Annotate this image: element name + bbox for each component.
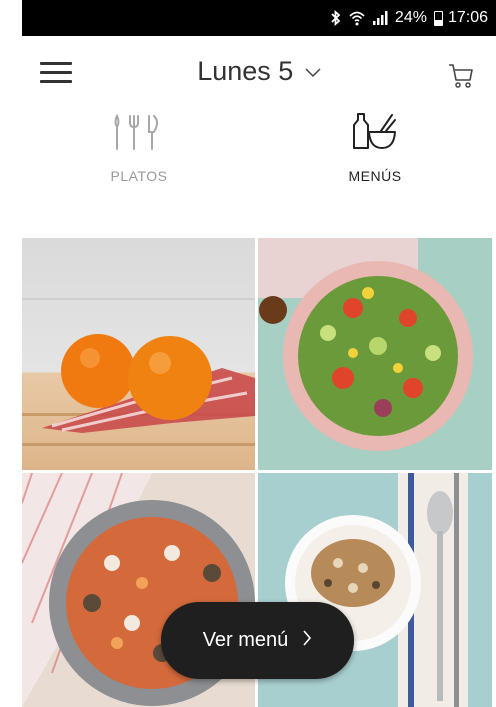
cart-icon[interactable]: [446, 60, 476, 90]
day-selector[interactable]: Lunes 5: [22, 56, 496, 87]
chevron-right-icon: [302, 629, 312, 652]
wifi-icon: [349, 10, 365, 26]
bottle-bowl-icon: [300, 112, 450, 152]
bluetooth-icon: [330, 10, 342, 26]
app-header: Lunes 5: [22, 48, 496, 102]
tab-label-menus: MENÚS: [348, 168, 402, 184]
tab-label-platos: PLATOS: [110, 168, 168, 184]
day-title: Lunes 5: [197, 56, 294, 86]
status-bar: 24% 17:06: [22, 0, 496, 36]
signal-icon: [372, 10, 388, 26]
ver-menu-button[interactable]: Ver menú: [161, 602, 354, 679]
oranges-photo: [22, 238, 255, 470]
battery-icon: [433, 10, 443, 26]
tab-menus[interactable]: MENÚS: [300, 112, 450, 184]
tab-platos[interactable]: PLATOS: [64, 112, 214, 184]
salad-photo: [258, 238, 492, 470]
battery-percent: 24%: [394, 9, 427, 26]
clock-time: 17:06: [447, 9, 488, 26]
app-screen: 24% 17:06 Lunes 5 PLATOS MENÚS Ver menú: [0, 0, 496, 707]
chevron-down-icon: [305, 54, 321, 85]
cutlery-icon: [64, 112, 214, 152]
ver-menu-label: Ver menú: [202, 629, 289, 651]
